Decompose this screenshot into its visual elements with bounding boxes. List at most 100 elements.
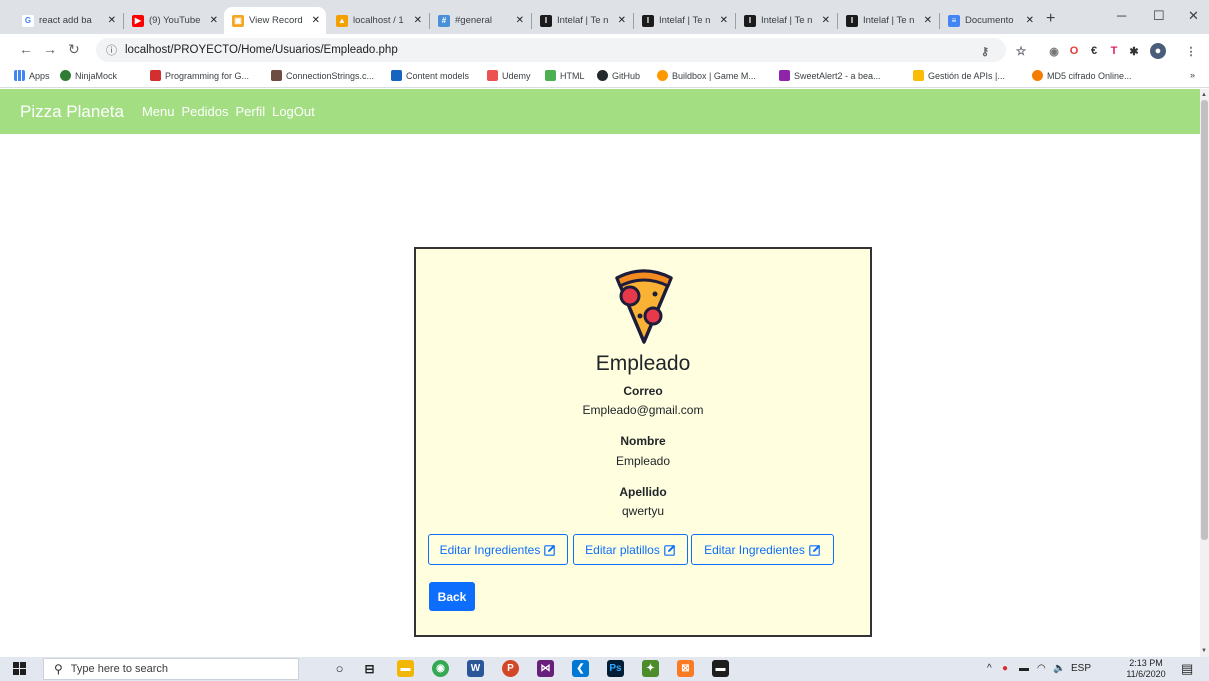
xampp-icon[interactable]: ⊠	[677, 660, 694, 677]
search-icon: ⚲	[54, 662, 63, 676]
bookmark-item[interactable]: Gestión de APIs |...	[913, 70, 1005, 81]
window-close-button[interactable]: ✕	[1188, 8, 1199, 24]
browser-tab-active[interactable]: ▣ View Record ✕	[224, 7, 326, 34]
opera-icon[interactable]: O	[1067, 44, 1081, 58]
browser-tab[interactable]: I Intelaf | Te n ✕	[736, 7, 836, 34]
cortana-icon[interactable]: ○	[331, 660, 348, 677]
bookmark-item[interactable]: Udemy	[487, 70, 531, 81]
puzzle-icon[interactable]: ✱	[1127, 44, 1141, 58]
extension-icon[interactable]: ◉	[1047, 44, 1061, 58]
bookmark-item[interactable]: Content models	[391, 70, 469, 81]
phpmyadmin-icon: ▲	[336, 14, 348, 27]
language-indicator[interactable]: ESP	[1071, 663, 1091, 674]
kebab-menu-icon[interactable]: ⋮	[1184, 44, 1198, 58]
minimize-button[interactable]: ─	[1117, 8, 1126, 23]
powerpoint-icon[interactable]: P	[502, 660, 519, 677]
chrome-icon[interactable]: ◉	[432, 660, 449, 677]
browser-tab[interactable]: I Intelaf | Te n ✕	[532, 7, 632, 34]
star-icon[interactable]: ☆	[1014, 44, 1028, 58]
reload-icon[interactable]: ↻	[68, 41, 80, 58]
bookmark-item[interactable]: MD5 cifrado Online...	[1032, 70, 1132, 81]
nav-pedidos[interactable]: Pedidos	[181, 104, 228, 119]
employee-card: Empleado Correo Empleado@gmail.com Nombr…	[414, 247, 872, 637]
visual-studio-icon[interactable]: ⋈	[537, 660, 554, 677]
github-icon	[597, 70, 608, 81]
more-bookmarks-button[interactable]: »	[1190, 70, 1195, 80]
slack-icon: #	[438, 14, 450, 27]
edit-ingredients-button-2[interactable]: Editar Ingredientes	[691, 534, 834, 565]
bookmark-item[interactable]: HTML	[545, 70, 585, 81]
address-bar[interactable]: ⓘ localhost/PROYECTO/Home/Usuarios/Emple…	[96, 38, 1006, 62]
url-text: localhost/PROYECTO/Home/Usuarios/Emplead…	[125, 44, 398, 56]
browser-tab-strip: G react add ba ✕ ▶ (9) YouTube ✕ ▣ View …	[0, 0, 1209, 34]
nav-perfil[interactable]: Perfil	[235, 104, 265, 119]
site-navbar: Pizza Planeta Menu Pedidos Perfil LogOut	[0, 89, 1200, 134]
chevron-up-icon[interactable]: ^	[987, 663, 992, 674]
vscode-icon[interactable]: ❮	[572, 660, 589, 677]
wifi-icon[interactable]: ◠	[1037, 663, 1046, 674]
word-icon[interactable]: W	[467, 660, 484, 677]
nav-menu[interactable]: Menu	[142, 104, 175, 119]
back-arrow-icon[interactable]: ←	[19, 41, 33, 57]
unity-icon[interactable]: ✦	[642, 660, 659, 677]
bookmark-item[interactable]: ConnectionStrings.c...	[271, 70, 374, 81]
close-icon[interactable]: ✕	[516, 15, 524, 26]
browser-toolbar: ← → ↻ ⓘ localhost/PROYECTO/Home/Usuarios…	[0, 34, 1209, 66]
forward-arrow-icon[interactable]: →	[43, 41, 57, 57]
photoshop-icon[interactable]: Ps	[607, 660, 624, 677]
close-icon[interactable]: ✕	[720, 15, 728, 26]
extension-icon[interactable]: T	[1107, 44, 1121, 58]
clock[interactable]: 2:13 PM 11/6/2020	[1123, 658, 1169, 680]
browser-tab[interactable]: I Intelaf | Te n ✕	[838, 7, 938, 34]
bookmark-item[interactable]: NinjaMock	[60, 70, 117, 81]
back-button[interactable]: Back	[429, 582, 475, 611]
close-icon[interactable]: ✕	[1026, 15, 1034, 26]
browser-tab[interactable]: I Intelaf | Te n ✕	[634, 7, 734, 34]
youtube-icon: ▶	[132, 14, 144, 27]
close-icon[interactable]: ✕	[312, 15, 320, 26]
browser-tab[interactable]: ▶ (9) YouTube ✕	[124, 7, 224, 34]
scroll-up-icon[interactable]: ▲	[1201, 92, 1207, 98]
extension-icon[interactable]: €	[1087, 44, 1101, 58]
key-icon[interactable]: ⚷	[978, 44, 992, 58]
tab-title: Intelaf | Te n	[761, 15, 813, 26]
browser-tab[interactable]: # #general ✕	[430, 7, 530, 34]
edit-dishes-button[interactable]: Editar platillos	[573, 534, 688, 565]
new-tab-button[interactable]: +	[1046, 10, 1055, 28]
close-icon[interactable]: ✕	[924, 15, 932, 26]
nav-logout[interactable]: LogOut	[272, 104, 315, 119]
bookmark-item[interactable]: SweetAlert2 - a bea...	[779, 70, 881, 81]
bookmark-item[interactable]: Apps	[14, 70, 50, 81]
brand-link[interactable]: Pizza Planeta	[20, 102, 124, 122]
volume-icon[interactable]: 🔈	[1053, 663, 1065, 674]
edit-ingredients-button[interactable]: Editar Ingredientes	[428, 534, 568, 565]
file-explorer-icon[interactable]: ▬	[397, 660, 414, 677]
tab-title: Intelaf | Te n	[863, 15, 915, 26]
scrollbar-thumb[interactable]	[1201, 100, 1208, 540]
browser-tab[interactable]: ▲ localhost / 1 ✕	[328, 7, 428, 34]
close-icon[interactable]: ✕	[108, 15, 116, 26]
windows-start-icon[interactable]	[13, 662, 26, 675]
maximize-button[interactable]: ☐	[1153, 8, 1165, 24]
close-icon[interactable]: ✕	[210, 15, 218, 26]
browser-tab[interactable]: G react add ba ✕	[14, 7, 122, 34]
info-icon[interactable]: ⓘ	[106, 42, 117, 58]
taskbar-search-input[interactable]: ⚲ Type here to search	[43, 658, 299, 680]
tray-app-icon[interactable]: ●	[1002, 663, 1008, 674]
scroll-down-icon[interactable]: ▼	[1201, 648, 1207, 654]
bookmark-item[interactable]: Buildbox | Game M...	[657, 70, 756, 81]
avatar[interactable]: ●	[1150, 43, 1166, 59]
bookmark-item[interactable]: GitHub	[597, 70, 640, 81]
browser-tab[interactable]: ≡ Documento ✕	[940, 7, 1040, 34]
task-view-icon[interactable]: ⊟	[361, 660, 378, 677]
bookmark-item[interactable]: Programming for G...	[150, 70, 249, 81]
intelaf-icon: I	[540, 14, 552, 27]
bookmark-label: GitHub	[612, 70, 641, 81]
close-icon[interactable]: ✕	[414, 15, 422, 26]
notification-icon[interactable]: ▤	[1181, 661, 1193, 677]
close-icon[interactable]: ✕	[822, 15, 830, 26]
battery-icon[interactable]: ▬	[1019, 663, 1029, 674]
terminal-icon[interactable]: ▬	[712, 660, 729, 677]
clock-date: 11/6/2020	[1126, 669, 1166, 679]
close-icon[interactable]: ✕	[618, 15, 626, 26]
